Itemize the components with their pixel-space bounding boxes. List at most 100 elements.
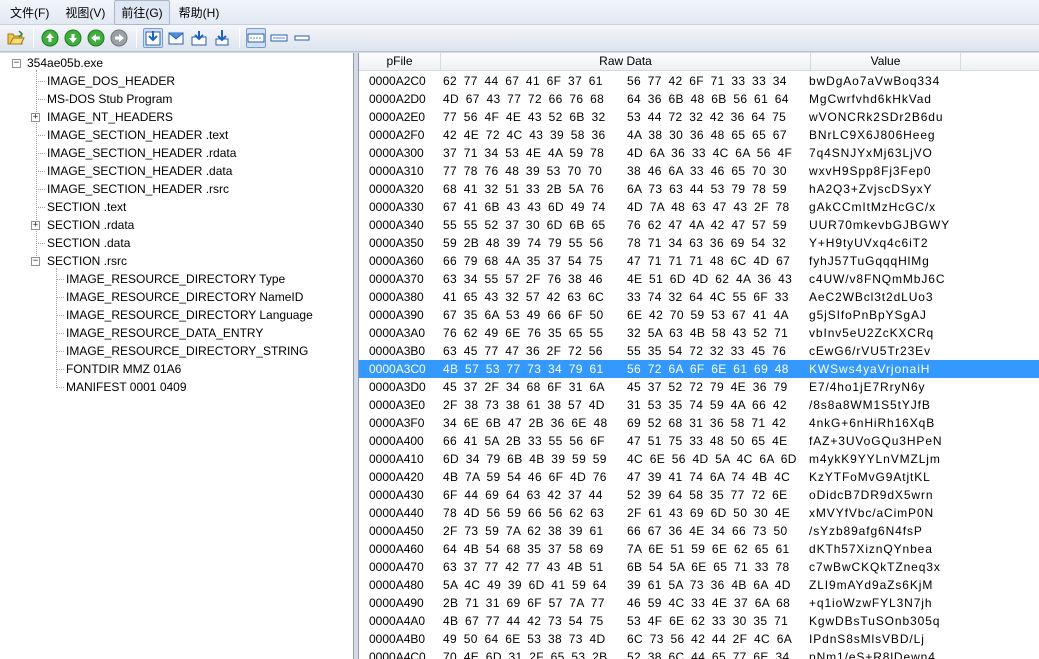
hex-row[interactable]: 0000A370 63 34 55 57 2F 76 38 46 4E 51 6D … [359, 270, 1039, 288]
hex-row-ascii-value: fAZ+3UVoGQu3HPeN [809, 434, 943, 448]
hex-row[interactable]: 0000A2F0 42 4E 72 4C 43 39 58 36 4A 38 30 … [359, 126, 1039, 144]
tree-item-section-rdata[interactable]: SECTION .rdata [47, 216, 134, 234]
hex-row[interactable]: 0000A450 2F 73 59 7A 62 38 39 61 66 67 36 … [359, 522, 1039, 540]
hex-column-header: pFile Raw Data Value [359, 53, 1039, 71]
collapse-icon[interactable]: − [12, 59, 21, 68]
tree-item-dos-header[interactable]: IMAGE_DOS_HEADER [47, 72, 175, 90]
hex-row-raw-bytes-1: 66 79 68 4A 35 37 54 75 [443, 254, 603, 268]
hex-row[interactable]: 0000A380 41 65 43 32 57 42 63 6C 33 74 32 … [359, 288, 1039, 306]
hex-row-offset: 0000A430 [369, 488, 424, 502]
tree-item-section-header-rdata[interactable]: IMAGE_SECTION_HEADER .rdata [47, 144, 236, 162]
export-icon[interactable] [143, 28, 163, 48]
down-arrow-icon[interactable] [63, 28, 83, 48]
minimal-view-icon[interactable] [292, 28, 312, 48]
tree-item-fontdir[interactable]: FONTDIR MMZ 01A6 [66, 360, 181, 378]
menu-help[interactable]: 帮助(H) [172, 0, 227, 25]
hex-row[interactable]: 0000A420 4B 7A 59 54 46 6F 4D 76 47 39 41 … [359, 468, 1039, 486]
menu-go[interactable]: 前往(G) [114, 0, 170, 25]
hex-row[interactable]: 0000A4A0 4B 67 77 44 42 73 54 75 53 4F 6E … [359, 612, 1039, 630]
hex-row[interactable]: 0000A430 6F 44 69 64 63 42 37 44 52 39 64 … [359, 486, 1039, 504]
hex-row[interactable]: 0000A460 64 4B 54 68 35 37 58 69 7A 6E 51 … [359, 540, 1039, 558]
tree-item-section-header-data[interactable]: IMAGE_SECTION_HEADER .data [47, 162, 232, 180]
hex-row-raw-bytes-2: 39 61 5A 73 36 4B 6A 4D [627, 578, 791, 592]
hex-row[interactable]: 0000A2D0 4D 67 43 77 72 66 76 68 64 36 6B … [359, 90, 1039, 108]
hex-row[interactable]: 0000A310 77 78 76 48 39 53 70 70 38 46 6A … [359, 162, 1039, 180]
hex-row-raw-bytes-1: 6D 34 79 6B 4B 39 59 59 [443, 452, 607, 466]
hex-row[interactable]: 0000A300 37 71 34 53 4E 4A 59 78 4D 6A 36 … [359, 144, 1039, 162]
hex-row[interactable]: 0000A400 66 41 5A 2B 33 55 56 6F 47 51 75 … [359, 432, 1039, 450]
hex-row-ascii-value: wVONCRk2SDr2B6du [809, 110, 944, 124]
hex-row[interactable]: 0000A3F0 34 6E 6B 47 2B 36 6E 48 69 52 68 … [359, 414, 1039, 432]
hex-row[interactable]: 0000A360 66 79 68 4A 35 37 54 75 47 71 71 … [359, 252, 1039, 270]
hex-row[interactable]: 0000A3B0 63 45 77 47 36 2F 72 56 55 35 54 … [359, 342, 1039, 360]
forward-arrow-icon[interactable] [109, 28, 129, 48]
hex-row[interactable]: 0000A4B0 49 50 64 6E 53 38 73 4D 6C 73 56 … [359, 630, 1039, 648]
tree-item-section-data[interactable]: SECTION .data [47, 234, 130, 252]
hex-row[interactable]: 0000A410 6D 34 79 6B 4B 39 59 59 4C 6E 56 … [359, 450, 1039, 468]
hex-view-icon[interactable] [246, 28, 266, 48]
tree-item-nt-headers[interactable]: IMAGE_NT_HEADERS [47, 108, 173, 126]
tree-item-resource-data-entry[interactable]: IMAGE_RESOURCE_DATA_ENTRY [66, 324, 263, 342]
tree-item-resource-dir-language[interactable]: IMAGE_RESOURCE_DIRECTORY Language [66, 306, 313, 324]
hex-row-ascii-value: fyhJ57TuGqqqHlMg [809, 254, 930, 268]
hex-row-offset: 0000A3D0 [369, 380, 426, 394]
column-header-raw-data[interactable]: Raw Data [441, 53, 811, 71]
expand-icon[interactable]: + [31, 113, 40, 122]
menu-file[interactable]: 文件(F) [3, 0, 56, 25]
hex-row-offset: 0000A3C0 [369, 362, 426, 376]
toolbar-separator [33, 28, 34, 48]
hex-row-raw-bytes-1: 63 45 77 47 36 2F 72 56 [443, 344, 603, 358]
hex-view-panel[interactable]: pFile Raw Data Value 0000A2C0 62 77 44 67… [358, 53, 1039, 659]
tree-item-section-text[interactable]: SECTION .text [47, 198, 126, 216]
tree-root-file[interactable]: 354ae05b.exe [27, 54, 103, 72]
hex-row-offset: 0000A4C0 [369, 650, 426, 659]
hex-row[interactable]: 0000A3D0 45 37 2F 34 68 6F 31 6A 45 37 52 … [359, 378, 1039, 396]
hex-row[interactable]: 0000A320 68 41 32 51 33 2B 5A 76 6A 73 63 … [359, 180, 1039, 198]
split-view-icon[interactable] [269, 28, 289, 48]
hex-row-ascii-value: gAkCCmItMzHcGC/x [809, 200, 937, 214]
tree-item-section-header-text[interactable]: IMAGE_SECTION_HEADER .text [47, 126, 228, 144]
hex-row-ascii-value: E7/4ho1jE7RryN6y [809, 380, 926, 394]
hex-row[interactable]: 0000A330 67 41 6B 43 43 6D 49 74 4D 7A 48 … [359, 198, 1039, 216]
hex-row[interactable]: 0000A470 63 37 77 42 77 43 4B 51 6B 54 5A … [359, 558, 1039, 576]
hex-row[interactable]: 0000A340 55 55 52 37 30 6D 6B 65 76 62 47 … [359, 216, 1039, 234]
hex-row[interactable]: 0000A3A0 76 62 49 6E 76 35 65 55 32 5A 63 … [359, 324, 1039, 342]
hex-row[interactable]: 0000A480 5A 4C 49 39 6D 41 59 64 39 61 5A … [359, 576, 1039, 594]
hex-row-raw-bytes-1: 34 6E 6B 47 2B 36 6E 48 [443, 416, 608, 430]
tree-item-section-rsrc[interactable]: SECTION .rsrc [47, 252, 127, 270]
open-folder-icon[interactable] [6, 28, 26, 48]
tree-item-dos-stub[interactable]: MS-DOS Stub Program [47, 90, 172, 108]
structure-tree[interactable]: − 354ae05b.exe IMAGE_DOS_HEADER MS-DOS S… [0, 53, 354, 659]
hex-row[interactable]: 0000A2C0 62 77 44 67 41 6F 37 61 56 77 42 … [359, 72, 1039, 90]
hex-row-raw-bytes-2: 32 5A 63 4B 58 43 52 71 [627, 326, 789, 340]
hex-row[interactable]: 0000A390 67 35 6A 53 49 66 6F 50 6E 42 70 … [359, 306, 1039, 324]
mail-icon[interactable] [166, 28, 186, 48]
hex-row-raw-bytes-1: 67 41 6B 43 43 6D 49 74 [443, 200, 606, 214]
tree-item-resource-dir-string[interactable]: IMAGE_RESOURCE_DIRECTORY_STRING [66, 342, 308, 360]
tree-item-resource-dir-nameid[interactable]: IMAGE_RESOURCE_DIRECTORY NameID [66, 288, 303, 306]
tree-connector [56, 387, 64, 388]
column-header-value[interactable]: Value [811, 53, 961, 71]
hex-row[interactable]: 0000A490 2B 71 31 69 6F 57 7A 77 46 59 4C … [359, 594, 1039, 612]
hex-row[interactable]: 0000A3C0 4B 57 53 77 73 34 79 61 56 72 6A … [359, 360, 1039, 378]
tree-item-resource-dir-type[interactable]: IMAGE_RESOURCE_DIRECTORY Type [66, 270, 285, 288]
menu-view[interactable]: 视图(V) [58, 0, 112, 25]
hex-row[interactable]: 0000A440 78 4D 56 59 66 56 62 63 2F 61 43 … [359, 504, 1039, 522]
hex-row-offset: 0000A380 [369, 290, 424, 304]
hex-row[interactable]: 0000A2E0 77 56 4F 4E 43 52 6B 32 53 44 72 … [359, 108, 1039, 126]
import-icon[interactable] [212, 28, 232, 48]
up-arrow-icon[interactable] [40, 28, 60, 48]
download-icon[interactable] [189, 28, 209, 48]
hex-row[interactable]: 0000A3E0 2F 38 73 38 61 38 57 4D 31 53 35 … [359, 396, 1039, 414]
hex-row[interactable]: 0000A350 59 2B 48 39 74 79 55 56 78 71 34 … [359, 234, 1039, 252]
hex-row-raw-bytes-1: 5A 4C 49 39 6D 41 59 64 [443, 578, 607, 592]
hex-row-offset: 0000A3F0 [369, 416, 425, 430]
expand-icon[interactable]: + [31, 221, 40, 230]
collapse-icon[interactable]: − [31, 257, 40, 266]
tree-connector [56, 333, 64, 334]
tree-item-manifest[interactable]: MANIFEST 0001 0409 [66, 378, 187, 396]
back-arrow-icon[interactable] [86, 28, 106, 48]
tree-item-section-header-rsrc[interactable]: IMAGE_SECTION_HEADER .rsrc [47, 180, 229, 198]
column-header-pfile[interactable]: pFile [359, 53, 441, 71]
hex-row[interactable]: 0000A4C0 70 4E 6D 31 2F 65 53 2B 52 38 6C … [359, 648, 1039, 659]
